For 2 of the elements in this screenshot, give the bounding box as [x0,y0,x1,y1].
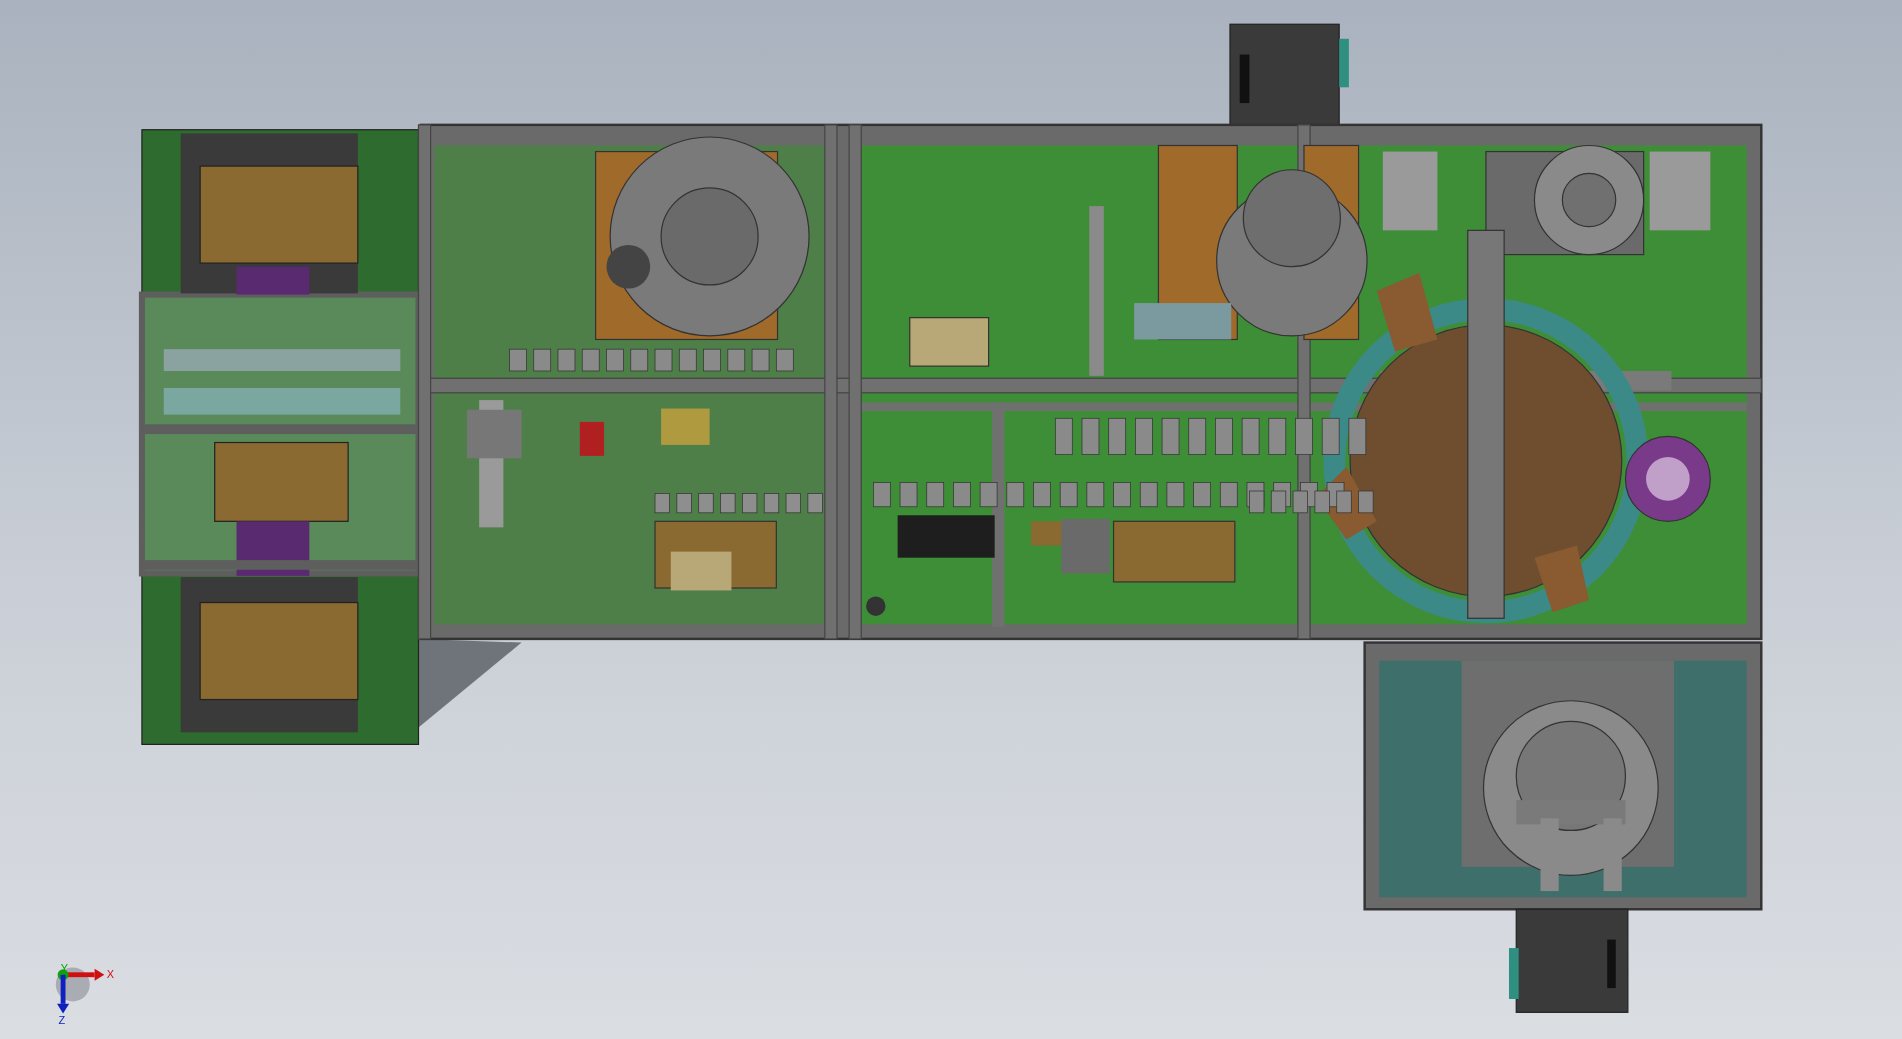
axis-label: X [106,967,115,980]
axis-label: Z [58,1013,66,1026]
